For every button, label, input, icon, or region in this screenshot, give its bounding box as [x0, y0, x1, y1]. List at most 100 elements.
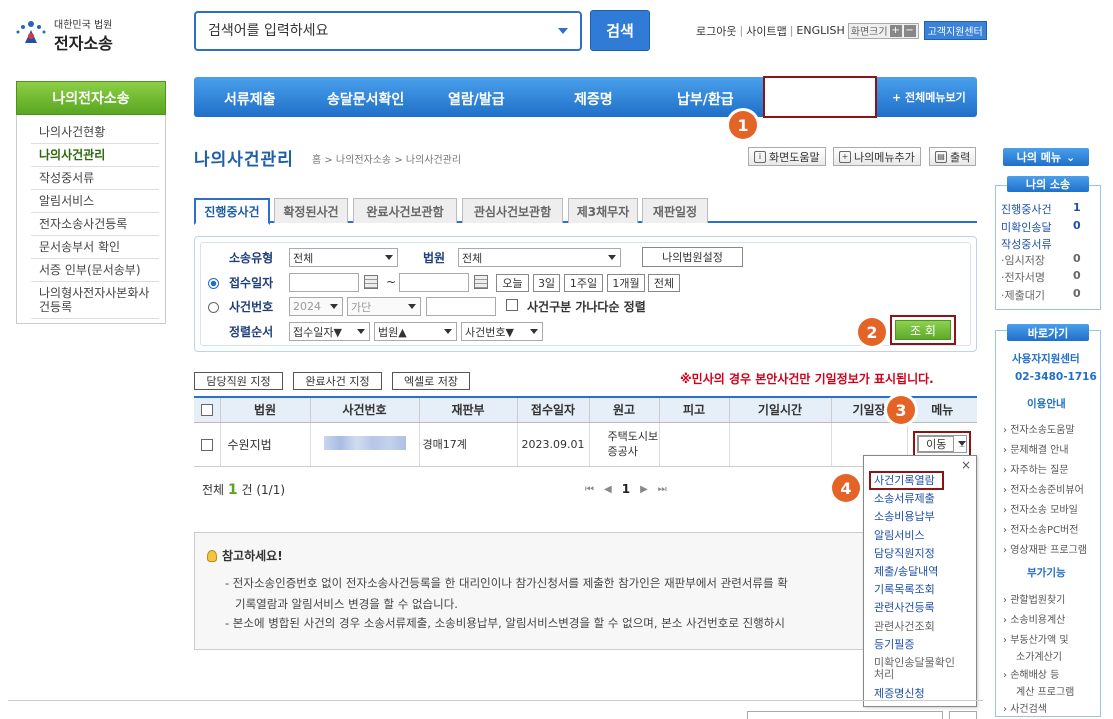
popup-item-registry-cert[interactable]: 등기필증 — [874, 639, 914, 651]
extra-link-case-search[interactable]: › 사건검색 — [1003, 704, 1047, 715]
zoom-in-button[interactable]: + — [889, 24, 902, 37]
leftnav-item-criminal-copy[interactable]: 나의형사전자사본화사건등록 — [31, 282, 159, 319]
my-item-temp-saved[interactable]: ·임시저장 — [1001, 252, 1045, 268]
extra-link-court-find[interactable]: › 관할법원찾기 — [1003, 595, 1065, 606]
popup-item-submit-docs[interactable]: 소송서류제출 — [874, 493, 935, 505]
case-code-select[interactable]: 가단 — [347, 297, 421, 316]
leftnav-item-case-management[interactable]: 나의사건관리 — [31, 144, 159, 167]
popup-item-assign-staff[interactable]: 담당직원지정 — [874, 548, 935, 560]
extra-link-cost-calc[interactable]: › 소송비용계산 — [1003, 615, 1065, 626]
last-page-icon[interactable]: ⏭ — [658, 484, 667, 495]
next-page-icon[interactable]: ▶ — [640, 484, 648, 495]
range-all-button[interactable]: 전체 — [648, 274, 680, 292]
range-1month-button[interactable]: 1개월 — [607, 274, 645, 292]
guide-link-video-trial[interactable]: › 영상재판 프로그램 — [1003, 545, 1087, 556]
close-icon[interactable]: × — [961, 458, 971, 472]
my-count-signed[interactable]: 0 — [1073, 269, 1081, 282]
date-from-input[interactable] — [289, 273, 359, 292]
menu-certificate[interactable]: 제증명 — [574, 89, 613, 109]
my-count-temp-saved[interactable]: 0 — [1073, 252, 1081, 265]
zoom-out-button[interactable]: − — [903, 24, 916, 37]
cell-case-number[interactable] — [309, 422, 419, 467]
range-3days-button[interactable]: 3일 — [533, 274, 560, 292]
leftnav-item-case-register[interactable]: 전자소송사건등록 — [31, 213, 159, 236]
first-page-icon[interactable]: ⏮ — [585, 484, 594, 495]
my-item-pending[interactable]: ·제출대기 — [1001, 287, 1045, 303]
footer-site-select[interactable] — [747, 711, 943, 719]
date-to-input[interactable] — [399, 273, 469, 292]
popup-item-pay-costs[interactable]: 소송비용납부 — [874, 511, 935, 523]
order-select-court[interactable]: 법원▲ — [374, 322, 457, 341]
leftnav-item-evidence[interactable]: 서증 인부(문서송부) — [31, 259, 159, 282]
popup-item-unconfirmed-delivery[interactable]: 미확인송달물확인처리 — [874, 657, 956, 681]
row-checkbox[interactable] — [200, 438, 213, 451]
case-type-select[interactable]: 전체 — [289, 248, 398, 267]
footer-go-button[interactable] — [949, 711, 977, 719]
menu-my-ecourt[interactable]: 나의전자소송 — [763, 76, 877, 118]
court-setting-button[interactable]: 나의법원설정 — [642, 247, 743, 267]
popup-item-related-view[interactable]: 관련사건조회 — [874, 621, 935, 633]
guide-link-mobile[interactable]: › 전자소송 모바일 — [1003, 505, 1078, 516]
prev-page-icon[interactable]: ◀ — [604, 484, 612, 495]
support-center-link[interactable]: 사용자지원센터 — [1012, 354, 1080, 365]
tab-completed[interactable]: 완료사건보관함 — [353, 198, 457, 223]
tab-ongoing[interactable]: 진행중사건 — [194, 198, 270, 225]
search-input[interactable] — [196, 13, 536, 49]
support-center-button[interactable]: 고객지원센터 — [923, 21, 987, 40]
menu-submit[interactable]: 서류제출 — [224, 89, 276, 109]
col-court[interactable]: 법원 — [219, 396, 310, 423]
popup-item-alerts[interactable]: 알림서비스 — [874, 530, 925, 542]
popup-item-submission-history[interactable]: 제출/송달내역 — [874, 566, 938, 578]
leftnav-item-alerts[interactable]: 알림서비스 — [31, 190, 159, 213]
tab-confirmed[interactable]: 확정된사건 — [274, 198, 348, 223]
popup-item-certificate-request[interactable]: 제증명신청 — [874, 688, 925, 700]
col-case-number[interactable]: 사건번호 — [309, 396, 419, 423]
sort-checkbox[interactable] — [506, 299, 518, 311]
tab-schedule[interactable]: 재판일정 — [642, 198, 708, 223]
export-excel-button[interactable]: 엑셀로 저장 — [392, 372, 470, 390]
menu-all[interactable]: + 전체메뉴보기 — [892, 89, 966, 105]
search-button[interactable]: 검색 — [590, 10, 650, 51]
court-logo[interactable]: 대한민국 법원 전자소송 — [12, 12, 132, 53]
guide-link-faq[interactable]: › 자주하는 질문 — [1003, 465, 1069, 476]
leftnav-item-case-status[interactable]: 나의사건현황 — [31, 121, 159, 144]
inquiry-button[interactable]: 조 회 — [890, 315, 956, 345]
logout-link[interactable]: 로그아웃 — [696, 23, 736, 39]
range-today-button[interactable]: 오늘 — [496, 274, 529, 292]
help-button[interactable]: i 화면도움말 — [748, 147, 826, 166]
calendar-icon[interactable] — [474, 275, 488, 289]
extra-link-property-value-2[interactable]: 소가계산기 — [1016, 652, 1062, 663]
english-link[interactable]: ENGLISH — [796, 24, 844, 37]
popup-item-view-records[interactable]: 사건기록열람 — [874, 475, 935, 487]
leftnav-item-doc-send[interactable]: 문서송부서 확인 — [31, 236, 159, 259]
mark-complete-button[interactable]: 완료사건 지정 — [293, 372, 382, 390]
guide-link-help[interactable]: › 전자소송도움말 — [1003, 425, 1075, 436]
guide-link-viewer[interactable]: › 전자소송준비뷰어 — [1003, 485, 1084, 496]
my-item-drafts[interactable]: 작성중서류 — [1001, 236, 1052, 252]
my-count-pending[interactable]: 0 — [1073, 287, 1081, 300]
order-select-date[interactable]: 접수일자▼ — [289, 322, 370, 341]
extra-link-damages-2[interactable]: 계산 프로그램 — [1016, 687, 1074, 698]
guide-link-pc[interactable]: › 전자소송PC버전 — [1003, 525, 1078, 536]
search-dropdown-icon[interactable] — [558, 28, 568, 34]
my-count-unconfirmed[interactable]: 0 — [1073, 219, 1081, 232]
guide-link-troubleshoot[interactable]: › 문제해결 안내 — [1003, 445, 1069, 456]
menu-view-issue[interactable]: 열람/발급 — [448, 89, 505, 109]
popup-item-record-list[interactable]: 기록목록조회 — [874, 584, 935, 596]
court-select[interactable]: 전체 — [458, 248, 621, 267]
tab-interest[interactable]: 관심사건보관함 — [462, 198, 563, 223]
tab-third-debtor[interactable]: 제3채무자 — [568, 198, 638, 223]
my-item-signed[interactable]: ·전자서명 — [1001, 269, 1045, 285]
date-radio[interactable] — [208, 278, 219, 289]
col-defendant[interactable]: 피고 — [658, 396, 729, 423]
my-count-ongoing[interactable]: 1 — [1073, 201, 1081, 214]
move-menu-button[interactable]: 이동 — [913, 431, 972, 457]
select-all-checkbox[interactable] — [200, 404, 213, 417]
menu-delivery[interactable]: 송달문서확인 — [327, 89, 404, 109]
col-division[interactable]: 재판부 — [418, 396, 517, 423]
popup-item-related-register[interactable]: 관련사건등록 — [874, 602, 935, 614]
extra-link-property-value[interactable]: › 부동산가액 및 — [1003, 635, 1069, 646]
col-plaintiff[interactable]: 원고 — [588, 396, 659, 423]
add-mymenu-button[interactable]: + 나의메뉴추가 — [833, 147, 921, 166]
my-menu-button[interactable]: 나의 메뉴 ⌄ — [1003, 148, 1089, 166]
